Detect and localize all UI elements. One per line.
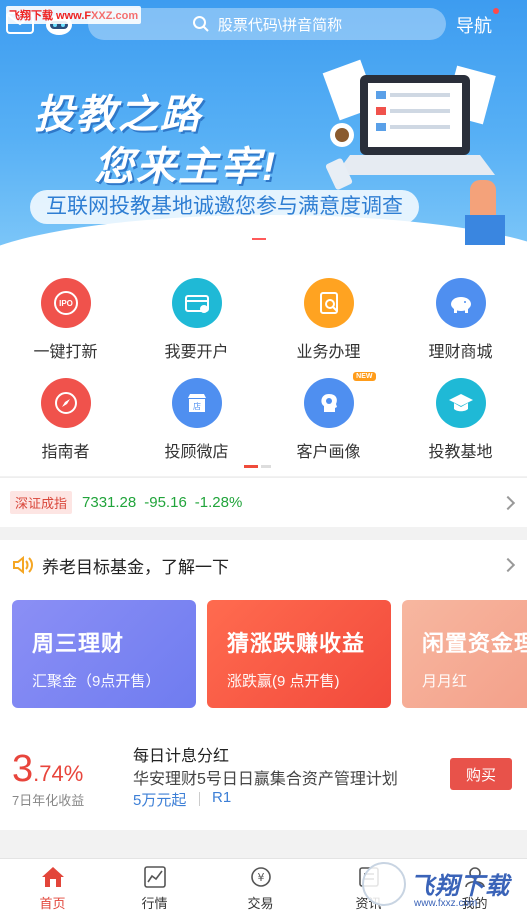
index-value: 7331.28 xyxy=(82,494,137,511)
profile-head-icon: NEW xyxy=(303,372,376,428)
graduation-cap-icon xyxy=(435,378,486,428)
notice-text: 养老目标基金，了解一下 xyxy=(42,557,229,577)
compass-icon xyxy=(40,378,91,428)
featured-product[interactable]: 3.74% 7日年化收益 每日计息分红 华安理财5号日日赢集合资产管理计划 5万… xyxy=(0,730,527,820)
nav-button[interactable]: 导航 xyxy=(456,12,492,38)
menu-label: 我要开户 xyxy=(164,344,229,361)
quick-menu: IPO 一键打新 我要开户 业务办理 理财商城 指南者 店 投顾微店 NEW 客… xyxy=(0,250,527,476)
banner-slogan-line2: 您来主宰! xyxy=(94,145,278,189)
logo-text: 飞翔下载 xyxy=(410,873,510,900)
card-title: 周三理财 xyxy=(32,631,125,656)
ipo-icon: IPO xyxy=(40,278,91,328)
fund-section: 养老目标基金，了解一下 周三理财 汇聚金（9点开售） 猜涨跌赚收益 涨跌赢(9 … xyxy=(0,540,527,830)
svg-text:店: 店 xyxy=(193,401,201,411)
index-change: -95.16 xyxy=(144,494,187,511)
search-placeholder: 股票代码\拼音简称 xyxy=(217,16,343,34)
menu-item-education-base[interactable]: 投教基地 xyxy=(395,378,526,462)
yield-integer: 3 xyxy=(12,748,34,790)
product-tag: 每日计息分红 xyxy=(133,748,230,765)
menu-label: 业务办理 xyxy=(296,344,361,361)
business-icon xyxy=(303,278,354,328)
card-title: 猜涨跌赚收益 xyxy=(227,631,366,656)
menu-item-wealth-mall[interactable]: 理财商城 xyxy=(395,278,526,362)
product-card[interactable]: 猜涨跌赚收益 涨跌赢(9 点开售) xyxy=(207,600,391,708)
menu-item-advisor-shop[interactable]: 店 投顾微店 xyxy=(131,378,262,462)
product-card[interactable]: 闲置资金理 月月红 xyxy=(402,600,527,708)
logo-url: www.fxxz.com xyxy=(414,898,478,909)
speaker-icon xyxy=(13,555,33,575)
notification-dot xyxy=(493,8,499,14)
yuan-exchange-icon: ¥ xyxy=(250,867,271,887)
search-input[interactable]: 股票代码\拼音简称 xyxy=(88,8,446,40)
menu-item-ipo[interactable]: IPO 一键打新 xyxy=(0,278,131,362)
menu-pager xyxy=(244,465,271,468)
product-cards-carousel: 周三理财 汇聚金（9点开售） 猜涨跌赚收益 涨跌赢(9 点开售) 闲置资金理 月… xyxy=(12,600,527,708)
home-icon xyxy=(41,867,64,887)
laptop-illustration xyxy=(322,59,505,245)
product-card[interactable]: 周三理财 汇聚金（9点开售） xyxy=(12,600,196,708)
app-screen: 飞翔下载 www.FXXZ.com 股票代码\拼音简称 导航 投教之路 您来主宰… xyxy=(0,0,527,918)
card-subtitle: 汇聚金（9点开售） xyxy=(32,673,161,690)
tab-trade[interactable]: ¥ 交易 xyxy=(208,865,313,912)
chevron-right-icon[interactable] xyxy=(500,495,516,510)
shop-icon: 店 xyxy=(171,378,222,428)
tab-label: 交易 xyxy=(247,896,274,911)
tab-market[interactable]: 行情 xyxy=(102,865,207,912)
svg-text:IPO: IPO xyxy=(59,299,73,308)
menu-label: 客户画像 xyxy=(296,444,361,461)
notice-bar[interactable]: 养老目标基金，了解一下 xyxy=(0,540,527,590)
index-name-tag: 深证成指 xyxy=(10,491,73,514)
menu-item-open-account[interactable]: 我要开户 xyxy=(131,278,262,362)
promo-banner[interactable]: 飞翔下载 www.FXXZ.com 股票代码\拼音简称 导航 投教之路 您来主宰… xyxy=(0,0,527,250)
yield-value: 3.74% xyxy=(12,748,83,791)
buy-button[interactable]: 购买 xyxy=(450,758,512,790)
svg-text:¥: ¥ xyxy=(257,871,264,884)
chevron-right-icon[interactable] xyxy=(500,557,516,573)
menu-label: 投教基地 xyxy=(428,444,493,461)
index-percent: -1.28% xyxy=(194,494,243,511)
piggy-bank-icon xyxy=(435,278,486,328)
menu-item-guide[interactable]: 指南者 xyxy=(0,378,131,462)
divider xyxy=(199,792,200,806)
chart-icon xyxy=(143,866,166,888)
card-subtitle: 涨跌赢(9 点开售) xyxy=(227,673,340,690)
card-title: 闲置资金理 xyxy=(422,631,527,656)
account-card-icon xyxy=(171,278,222,328)
logo-mark xyxy=(362,862,406,906)
menu-label: 理财商城 xyxy=(428,344,493,361)
menu-label: 指南者 xyxy=(41,444,90,461)
menu-item-customer-profile[interactable]: NEW 客户画像 xyxy=(263,372,394,462)
menu-label: 一键打新 xyxy=(33,344,98,361)
market-index-row[interactable]: 深证成指 7331.28 -95.16 -1.28% xyxy=(0,477,527,527)
menu-label: 投顾微店 xyxy=(164,444,229,461)
banner-slogan-line1: 投教之路 xyxy=(34,93,202,137)
tab-home[interactable]: 首页 xyxy=(0,865,105,912)
product-min-amount: 5万元起 xyxy=(133,792,187,809)
tab-label: 首页 xyxy=(39,896,66,911)
product-name: 华安理财5号日日赢集合资产管理计划 xyxy=(133,771,398,788)
yield-label: 7日年化收益 xyxy=(12,793,85,808)
tab-label: 行情 xyxy=(141,896,168,911)
download-site-logo-watermark: 飞翔下载 www.fxxz.com xyxy=(362,860,522,916)
new-badge: NEW xyxy=(353,372,376,381)
menu-item-business[interactable]: 业务办理 xyxy=(263,278,394,362)
yield-decimal: .74% xyxy=(33,761,84,786)
card-subtitle: 月月红 xyxy=(422,673,468,690)
banner-pager xyxy=(240,238,278,240)
search-icon xyxy=(192,16,209,32)
product-risk-level: R1 xyxy=(212,789,232,806)
